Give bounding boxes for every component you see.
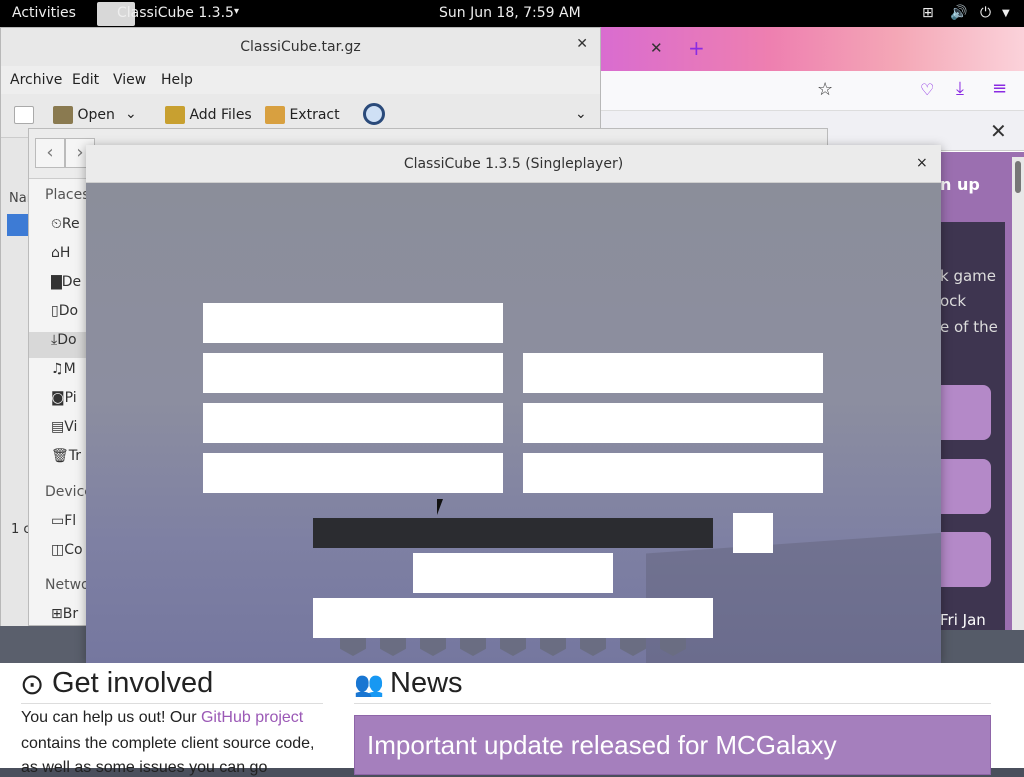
activities-button[interactable]: Activities <box>12 5 76 21</box>
new-tab-icon[interactable]: + <box>688 36 705 60</box>
divider <box>21 703 323 704</box>
clock[interactable]: Sun Jun 18, 7:59 AM <box>439 5 581 21</box>
power-icon[interactable]: ⏻ <box>980 5 991 21</box>
app-menu[interactable]: ClassiCube 1.3.5 <box>117 5 234 21</box>
close-icon[interactable]: ✕ <box>990 119 1007 143</box>
back-button[interactable] <box>313 598 713 638</box>
menu-edit[interactable]: Edit <box>72 72 99 88</box>
nav-bar: ☆ ♡ ⤓ ≡ <box>600 71 1024 111</box>
desktop-background <box>0 626 88 664</box>
close-tab-icon[interactable]: ✕ <box>650 39 663 57</box>
chevron-down-icon[interactable]: ⌄ <box>575 106 587 122</box>
news-title[interactable]: Important update released for MCGalaxy <box>367 730 837 761</box>
mouse-cursor <box>437 499 449 515</box>
extract-label: Extract <box>289 107 340 123</box>
sidebar-item-desktop[interactable]: ▇De <box>51 274 87 300</box>
menu-bar: Archive Edit View Help <box>1 66 600 94</box>
close-icon[interactable]: ✕ <box>576 36 588 52</box>
hotbar-block <box>540 638 566 656</box>
sidebar-item-documents[interactable]: ▯Do <box>51 303 87 329</box>
hotbar-block <box>580 638 606 656</box>
chevron-down-icon[interactable]: ⌄ <box>125 106 137 122</box>
signup-link[interactable]: n up <box>940 175 980 194</box>
hotbar-block <box>500 638 526 656</box>
pocket-icon[interactable]: ♡ <box>920 80 934 99</box>
top-bar: Activities ClassiCube 1.3.5 ▾ Sun Jun 18… <box>0 0 1024 27</box>
tab-strip: ✕ + <box>600 27 1024 71</box>
menu-button[interactable] <box>523 403 823 443</box>
hotbar-block <box>460 638 486 656</box>
window-title: ClassiCube 1.3.5 (Singleplayer) <box>86 145 941 183</box>
download-icon[interactable]: ⤓ <box>956 78 964 99</box>
paragraph-line: as well as some issues you can go <box>21 759 268 776</box>
folder-icon <box>53 106 73 124</box>
bookmark-star-icon[interactable]: ☆ <box>817 79 833 100</box>
add-files-label: Add Files <box>189 107 252 123</box>
places-heading: Places <box>45 187 90 203</box>
sidebar-item-downloads[interactable]: ⤓Do <box>29 332 87 358</box>
places-sidebar: Places ⏲Re ⌂H ▇De ▯Do ⤓Do ♫M ◙Pi ▤Vi 🗑Tr… <box>29 179 93 625</box>
classicube-window: ClassiCube 1.3.5 (Singleplayer) × <box>86 145 941 663</box>
add-files-button[interactable]: Add Files <box>165 106 252 124</box>
sidebar-item-trash[interactable]: 🗑Tr <box>51 448 87 474</box>
hotbar-block <box>340 638 366 656</box>
network-heading: Netwo <box>45 577 90 593</box>
sidebar-item-floppy[interactable]: ▭Fl <box>51 513 87 539</box>
open-button[interactable]: Open <box>53 106 115 124</box>
page-text: k game <box>940 267 997 285</box>
menu-button[interactable] <box>523 353 823 393</box>
small-button[interactable] <box>733 513 773 553</box>
news-card[interactable]: Important update released for MCGalaxy <box>354 715 991 775</box>
back-icon[interactable]: ‹ <box>35 138 65 168</box>
get-involved-heading: Get involved <box>52 667 214 699</box>
web-page-lower: ⊙ Get involved 👥 News You can help us ou… <box>0 663 1024 776</box>
menu-help[interactable]: Help <box>161 72 193 88</box>
sidebar-item-music[interactable]: ♫M <box>51 361 87 387</box>
users-icon: 👥 <box>354 671 384 698</box>
divider <box>354 703 991 704</box>
extract-button[interactable]: Extract <box>265 106 340 124</box>
file-icon[interactable] <box>7 214 29 236</box>
menu-view[interactable]: View <box>113 72 146 88</box>
menu-archive[interactable]: Archive <box>10 72 62 88</box>
search-icon[interactable] <box>363 103 385 125</box>
menu-button[interactable] <box>203 303 503 343</box>
menu-button[interactable] <box>203 453 503 493</box>
scrollbar[interactable] <box>1012 157 1024 657</box>
paragraph-line: You can help us out! Our GitHub project <box>21 709 304 726</box>
close-button[interactable]: × <box>916 155 928 171</box>
sidebar-item-videos[interactable]: ▤Vi <box>51 419 87 445</box>
desktop-background <box>940 630 1024 664</box>
chevron-down-icon[interactable]: ▾ <box>234 6 239 17</box>
open-label: Open <box>77 107 115 123</box>
menu-button[interactable] <box>413 553 613 593</box>
volume-icon[interactable]: 🔊 <box>950 5 967 21</box>
hotbar-block <box>420 638 446 656</box>
page-text: ock <box>940 292 967 310</box>
menu-button[interactable] <box>203 403 503 443</box>
extract-icon <box>265 106 285 124</box>
news-heading: News <box>390 667 463 699</box>
news-date: Fri Jan <box>940 611 986 629</box>
network-icon[interactable]: ⊞ <box>922 5 934 21</box>
window-title: ClassiCube.tar.gz <box>1 28 600 66</box>
add-files-icon <box>165 106 185 124</box>
sidebar-item-computer[interactable]: ◫Co <box>51 542 87 568</box>
hotbar-block <box>380 638 406 656</box>
text-input[interactable] <box>313 518 713 548</box>
chevron-down-icon[interactable]: ▼ <box>1002 8 1010 19</box>
sidebar-item-pictures[interactable]: ◙Pi <box>51 390 87 416</box>
paragraph-line: contains the complete client source code… <box>21 735 315 752</box>
sidebar-item-home[interactable]: ⌂H <box>51 245 87 271</box>
menu-button[interactable] <box>203 353 503 393</box>
menu-button[interactable] <box>523 453 823 493</box>
new-archive-icon[interactable] <box>14 106 34 124</box>
github-icon: ⊙ <box>20 669 45 701</box>
game-canvas[interactable] <box>86 183 941 663</box>
hotbar-block <box>620 638 646 656</box>
github-project-link[interactable]: GitHub project <box>201 709 303 726</box>
hamburger-menu-icon[interactable]: ≡ <box>992 78 1007 99</box>
page-text: e of the <box>940 318 998 336</box>
sidebar-item-recent[interactable]: ⏲Re <box>51 216 87 242</box>
